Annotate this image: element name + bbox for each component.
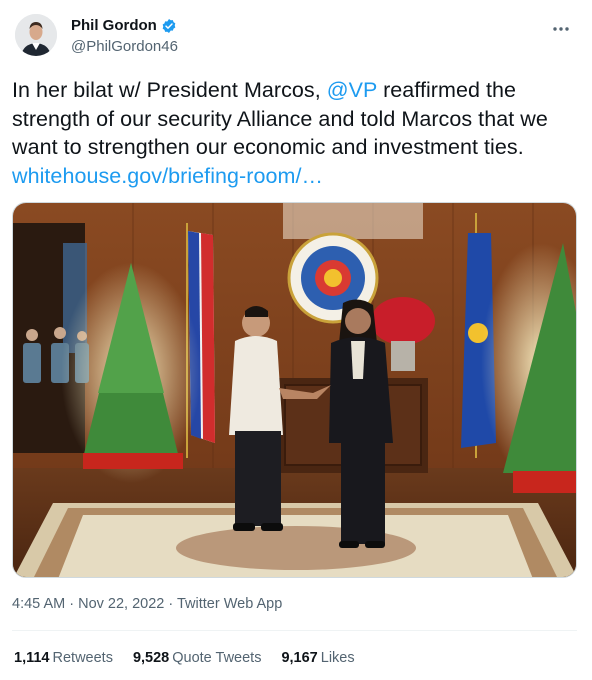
quote-tweets-count: 9,528 <box>132 650 170 666</box>
tweet-text-part-1: In her bilat w/ President Marcos, <box>12 78 327 102</box>
quote-tweets-stat[interactable]: 9,528 Quote Tweets <box>133 650 262 666</box>
tweet-header: Phil Gordon @PhilGordon46 <box>15 12 580 62</box>
likes-label: Likes <box>320 650 355 666</box>
more-options-icon[interactable] <box>548 16 574 42</box>
tweet-stats: 1,114 Retweets 9,528 Quote Tweets 9,167 Lik… <box>14 650 355 666</box>
author-name-text: Phil Gordon <box>71 17 157 34</box>
author-handle[interactable]: @PhilGordon46 <box>71 37 178 57</box>
meta-separator: · <box>65 596 79 612</box>
likes-stat[interactable]: 9,167 Likes <box>281 650 354 666</box>
avatar[interactable] <box>15 14 57 56</box>
retweets-count: 1,114 <box>14 650 50 666</box>
divider <box>12 630 577 631</box>
author-name[interactable]: Phil Gordon <box>71 16 177 36</box>
photo-image <box>13 203 576 577</box>
retweets-stat[interactable]: 1,114 Retweets <box>14 650 113 666</box>
meta-separator: · <box>164 596 177 612</box>
tweet-date[interactable]: Nov 22, 2022 <box>78 596 164 612</box>
likes-count: 9,167 <box>281 650 318 666</box>
tweet-time[interactable]: 4:45 AM <box>12 596 65 612</box>
tweet-text: In her bilat w/ President Marcos, @VP re… <box>12 76 572 190</box>
ellipsis-icon <box>553 27 569 31</box>
mention-link[interactable]: @VP <box>327 78 377 102</box>
retweets-label: Retweets <box>52 650 113 666</box>
tweet-source-app[interactable]: Twitter Web App <box>177 596 282 612</box>
tweet-meta: 4:45 AM · Nov 22, 2022 · Twitter Web App <box>12 596 282 612</box>
verified-badge-icon <box>162 19 176 33</box>
tweet-photo[interactable] <box>12 202 577 578</box>
quote-tweets-label: Quote Tweets <box>172 650 262 666</box>
url-link[interactable]: whitehouse.gov/briefing-room/… <box>12 164 323 188</box>
avatar-image <box>15 14 57 56</box>
author-names: Phil Gordon @PhilGordon46 <box>71 16 178 57</box>
